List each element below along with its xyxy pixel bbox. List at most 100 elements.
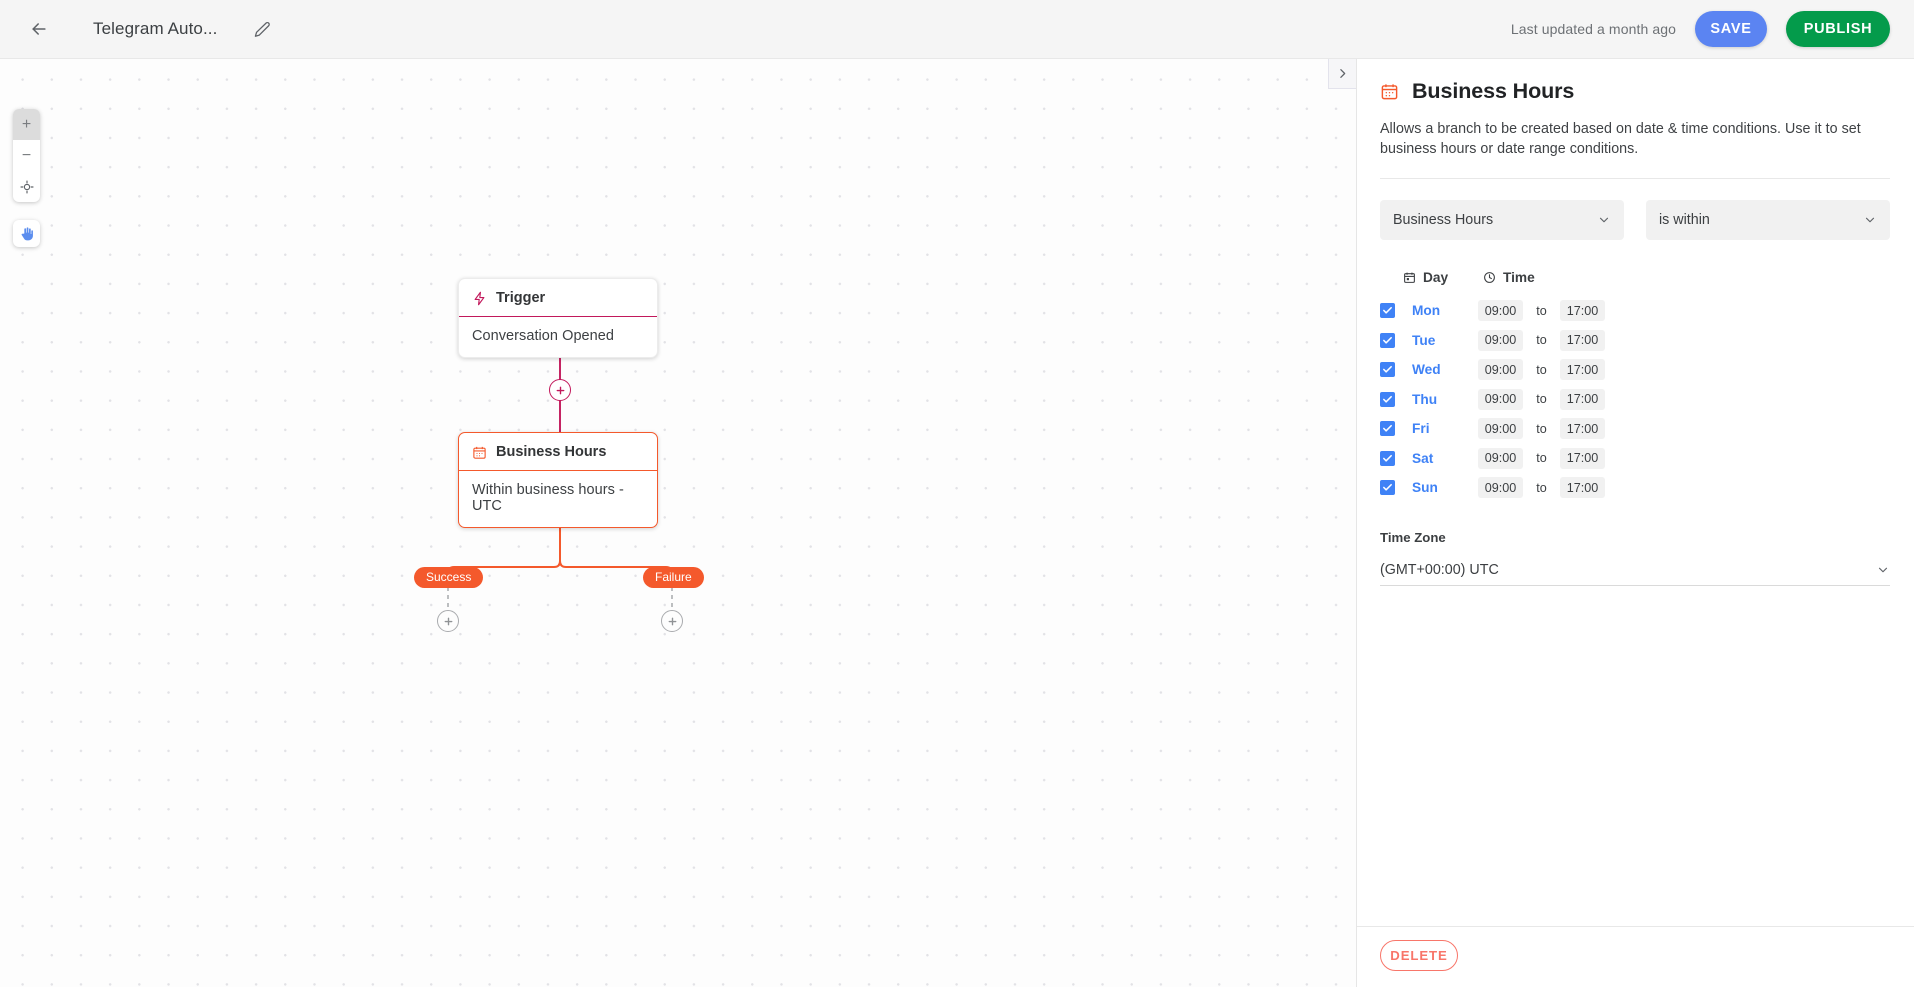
end-time-input[interactable]: 17:00 (1560, 477, 1605, 499)
start-time-input[interactable]: 09:00 (1478, 329, 1523, 351)
to-label: to (1536, 303, 1547, 318)
schedule-table-header: Day Time (1380, 270, 1890, 285)
start-time-input[interactable]: 09:00 (1478, 447, 1523, 469)
day-label: Mon (1412, 303, 1441, 319)
timezone-label: Time Zone (1380, 530, 1446, 546)
time-column-label: Time (1503, 269, 1535, 285)
day-label: Thu (1412, 391, 1438, 407)
calendar-icon (1404, 272, 1415, 283)
zoom-out-button[interactable]: − (13, 140, 40, 171)
day-label: Tue (1412, 332, 1436, 348)
add-step-button-failure[interactable] (661, 610, 683, 632)
schedule-row: Wed 09:00 to 17:00 (1380, 355, 1890, 385)
end-time-input[interactable]: 17:00 (1560, 447, 1605, 469)
to-label: to (1536, 421, 1547, 436)
calendar-icon (1381, 84, 1398, 100)
check-icon (1383, 484, 1392, 491)
plus-icon (444, 617, 452, 625)
day-column-label: Day (1423, 269, 1449, 285)
plus-icon (556, 386, 564, 394)
condition-type-value: Business Hours (1393, 211, 1494, 228)
clock-icon (1484, 271, 1495, 283)
arrow-left-icon (32, 23, 46, 35)
schedule-rows: Mon 09:00 to 17:00 Tue 09:00 to 17:00 Wed 09:00 to… (1380, 296, 1890, 503)
day-checkbox-wed[interactable] (1380, 362, 1395, 378)
collapse-panel-button[interactable] (1328, 59, 1356, 89)
start-time-input[interactable]: 09:00 (1478, 388, 1523, 410)
zoom-controls: + − (13, 109, 40, 202)
flow-canvas[interactable]: + − Trigger Conversation Opened Business… (0, 59, 1356, 987)
panel-content: Business Hours Allows a branch to be cre… (1357, 59, 1914, 926)
condition-operator-value: is within (1659, 211, 1710, 228)
day-checkbox-fri[interactable] (1380, 421, 1395, 437)
recenter-button[interactable] (13, 171, 40, 202)
zoom-in-button[interactable]: + (13, 109, 40, 140)
save-button[interactable]: SAVE (1695, 11, 1767, 47)
day-label: Sun (1412, 480, 1438, 496)
day-checkbox-tue[interactable] (1380, 332, 1395, 348)
condition-row: Business Hours is within (1380, 199, 1890, 240)
to-label: to (1536, 480, 1547, 495)
schedule-row: Tue 09:00 to 17:00 (1380, 325, 1890, 355)
check-icon (1383, 366, 1392, 373)
check-icon (1383, 425, 1392, 432)
add-step-button-success[interactable] (437, 610, 459, 632)
to-label: to (1536, 392, 1547, 407)
schedule-row: Sat 09:00 to 17:00 (1380, 443, 1890, 473)
add-step-button-trigger[interactable] (549, 379, 571, 401)
calendar-icon (473, 446, 486, 459)
to-label: to (1536, 333, 1547, 348)
day-column-header: Day (1403, 270, 1483, 285)
node-body-text: Conversation Opened (472, 328, 615, 344)
schedule-row: Sun 09:00 to 17:00 (1380, 473, 1890, 503)
top-bar: Telegram Auto... Last updated a month ag… (0, 0, 1914, 59)
flow-node-business-hours[interactable]: Business Hours Within business hours - U… (458, 432, 658, 528)
end-time-input[interactable]: 17:00 (1560, 329, 1605, 351)
check-icon (1383, 454, 1392, 462)
check-icon (1383, 307, 1392, 314)
day-checkbox-thu[interactable] (1380, 391, 1395, 407)
timezone-select[interactable]: (GMT+00:00) UTC (1380, 555, 1890, 587)
delete-button[interactable]: DELETE (1380, 940, 1458, 971)
node-header: Business Hours (459, 433, 657, 471)
end-time-input[interactable]: 17:00 (1560, 300, 1605, 322)
day-checkbox-mon[interactable] (1380, 303, 1395, 319)
start-time-input[interactable]: 09:00 (1478, 300, 1523, 322)
start-time-input[interactable]: 09:00 (1478, 477, 1523, 499)
day-label: Wed (1412, 362, 1441, 378)
start-time-input[interactable]: 09:00 (1478, 359, 1523, 381)
end-time-input[interactable]: 17:00 (1560, 418, 1605, 440)
branch-badge-failure[interactable]: Failure (643, 567, 704, 588)
panel-title: Business Hours (1412, 79, 1575, 103)
end-time-input[interactable]: 17:00 (1560, 388, 1605, 410)
last-updated-text: Last updated a month ago (1510, 21, 1676, 37)
panel-footer: DELETE (1357, 926, 1914, 987)
schedule-row: Fri 09:00 to 17:00 (1380, 414, 1890, 444)
chevron-down-icon (1876, 563, 1890, 577)
end-time-input[interactable]: 17:00 (1560, 359, 1605, 381)
plus-icon (668, 617, 676, 625)
condition-operator-select[interactable]: is within (1646, 199, 1890, 240)
back-button[interactable] (22, 12, 56, 46)
edit-title-button[interactable] (247, 14, 277, 44)
publish-button[interactable]: PUBLISH (1786, 11, 1890, 47)
branch-badge-success[interactable]: Success (414, 567, 484, 588)
day-checkbox-sun[interactable] (1380, 480, 1395, 496)
day-label: Fri (1412, 421, 1430, 437)
hand-icon (21, 226, 33, 240)
node-body-text: Within business hours - UTC (472, 482, 624, 514)
lightning-bolt-icon (474, 291, 485, 305)
start-time-input[interactable]: 09:00 (1478, 418, 1523, 440)
timezone-value: (GMT+00:00) UTC (1380, 562, 1499, 579)
node-title: Trigger (496, 290, 546, 306)
condition-type-select[interactable]: Business Hours (1380, 199, 1624, 240)
flow-node-trigger[interactable]: Trigger Conversation Opened (458, 278, 658, 358)
page-title: Telegram Auto... (93, 19, 218, 38)
crosshair-icon (20, 180, 33, 193)
pan-tool-button[interactable] (13, 220, 40, 247)
chevron-down-icon (1597, 213, 1611, 227)
schedule-row: Mon 09:00 to 17:00 (1380, 296, 1890, 326)
node-title: Business Hours (496, 444, 607, 460)
day-checkbox-sat[interactable] (1380, 450, 1395, 466)
chevron-right-icon (1340, 69, 1346, 78)
